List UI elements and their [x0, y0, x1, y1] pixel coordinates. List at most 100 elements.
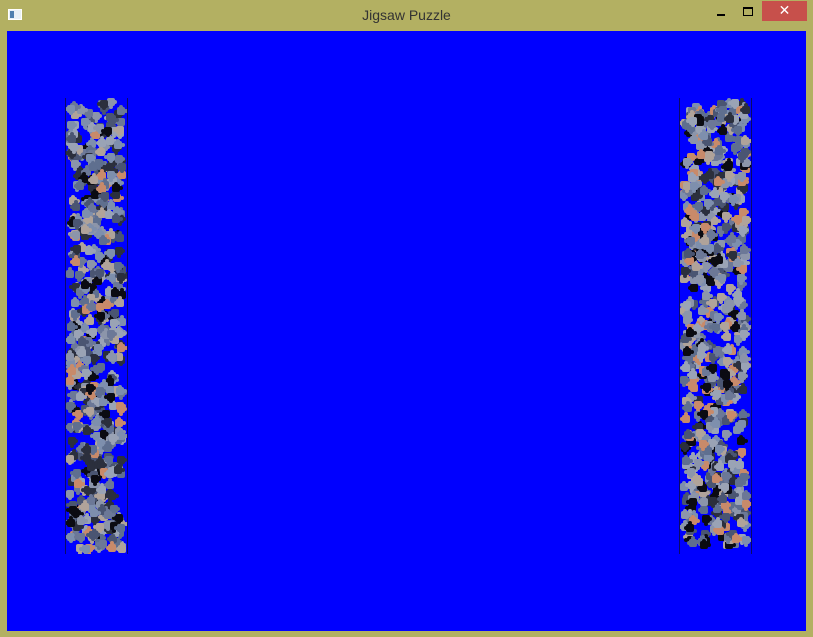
puzzle-piece[interactable]: [81, 279, 92, 289]
puzzle-piece[interactable]: [98, 486, 106, 494]
puzzle-piece[interactable]: [111, 287, 122, 297]
puzzle-piece[interactable]: [740, 330, 748, 338]
puzzle-piece[interactable]: [88, 303, 96, 311]
puzzle-piece[interactable]: [738, 152, 746, 160]
puzzle-piece[interactable]: [73, 469, 81, 477]
puzzle-piece[interactable]: [118, 545, 126, 553]
puzzle-board[interactable]: [7, 31, 806, 631]
puzzle-piece[interactable]: [709, 364, 717, 372]
puzzle-piece[interactable]: [717, 293, 725, 301]
puzzle-piece[interactable]: [721, 483, 729, 491]
puzzle-piece[interactable]: [684, 248, 695, 258]
puzzle-piece[interactable]: [107, 249, 115, 257]
puzzle-piece[interactable]: [76, 391, 87, 401]
puzzle-piece[interactable]: [734, 215, 742, 223]
puzzle-piece[interactable]: [683, 158, 691, 166]
puzzle-piece[interactable]: [696, 249, 707, 259]
puzzle-piece[interactable]: [74, 478, 85, 488]
puzzle-piece[interactable]: [682, 455, 693, 465]
puzzle-piece[interactable]: [712, 323, 720, 331]
puzzle-piece[interactable]: [706, 244, 714, 252]
puzzle-piece[interactable]: [86, 407, 94, 415]
puzzle-piece[interactable]: [700, 132, 708, 140]
puzzle-piece[interactable]: [723, 333, 731, 341]
puzzle-piece[interactable]: [117, 273, 125, 281]
puzzle-piece[interactable]: [116, 234, 124, 242]
puzzle-piece[interactable]: [690, 182, 698, 190]
puzzle-piece[interactable]: [82, 545, 90, 553]
puzzle-piece[interactable]: [700, 498, 708, 506]
puzzle-piece[interactable]: [110, 319, 118, 327]
puzzle-piece[interactable]: [682, 364, 690, 372]
puzzle-piece[interactable]: [114, 262, 122, 270]
puzzle-piece[interactable]: [107, 171, 115, 179]
puzzle-piece[interactable]: [722, 372, 730, 380]
puzzle-piece[interactable]: [109, 434, 117, 442]
puzzle-piece[interactable]: [686, 327, 697, 337]
puzzle-piece[interactable]: [67, 519, 75, 527]
puzzle-piece[interactable]: [117, 342, 127, 352]
puzzle-piece[interactable]: [683, 346, 694, 356]
puzzle-piece[interactable]: [98, 139, 106, 147]
puzzle-piece[interactable]: [100, 100, 108, 108]
puzzle-piece[interactable]: [114, 464, 125, 474]
puzzle-piece[interactable]: [726, 115, 734, 123]
puzzle-piece[interactable]: [700, 185, 711, 195]
puzzle-piece[interactable]: [741, 362, 749, 370]
puzzle-piece[interactable]: [108, 353, 116, 361]
puzzle-piece[interactable]: [116, 402, 124, 410]
puzzle-piece[interactable]: [115, 514, 123, 522]
puzzle-piece[interactable]: [99, 540, 107, 548]
title-bar[interactable]: Jigsaw Puzzle ✕: [0, 0, 813, 31]
puzzle-piece[interactable]: [703, 383, 711, 391]
puzzle-piece[interactable]: [689, 498, 697, 506]
puzzle-piece[interactable]: [722, 472, 730, 480]
puzzle-piece[interactable]: [104, 444, 112, 452]
puzzle-piece[interactable]: [81, 503, 89, 511]
puzzle-piece[interactable]: [106, 135, 117, 145]
puzzle-piece[interactable]: [723, 380, 731, 388]
puzzle-piece[interactable]: [107, 330, 115, 338]
puzzle-piece[interactable]: [68, 437, 76, 445]
puzzle-piece[interactable]: [90, 176, 98, 184]
puzzle-piece[interactable]: [696, 275, 704, 283]
left-piece-tray[interactable]: [65, 98, 128, 554]
puzzle-piece[interactable]: [86, 317, 94, 325]
puzzle-piece[interactable]: [699, 440, 707, 448]
puzzle-piece[interactable]: [108, 490, 119, 500]
puzzle-piece[interactable]: [740, 353, 751, 363]
puzzle-piece[interactable]: [684, 311, 692, 319]
puzzle-piece[interactable]: [73, 219, 81, 227]
puzzle-piece[interactable]: [697, 351, 705, 359]
puzzle-piece[interactable]: [108, 544, 116, 552]
puzzle-piece[interactable]: [96, 269, 104, 277]
puzzle-piece[interactable]: [739, 226, 747, 234]
puzzle-piece[interactable]: [712, 473, 723, 483]
puzzle-piece[interactable]: [69, 506, 77, 514]
puzzle-piece[interactable]: [728, 460, 736, 468]
puzzle-piece[interactable]: [737, 517, 748, 527]
puzzle-piece[interactable]: [738, 448, 746, 456]
puzzle-piece[interactable]: [722, 430, 730, 438]
puzzle-piece[interactable]: [739, 386, 747, 394]
puzzle-piece[interactable]: [731, 99, 739, 107]
puzzle-piece[interactable]: [688, 172, 699, 182]
puzzle-piece[interactable]: [714, 176, 725, 186]
puzzle-piece[interactable]: [87, 260, 95, 268]
puzzle-piece[interactable]: [689, 371, 697, 379]
puzzle-piece[interactable]: [107, 98, 115, 106]
puzzle-piece[interactable]: [97, 312, 105, 320]
puzzle-piece[interactable]: [732, 533, 743, 543]
puzzle-piece[interactable]: [78, 336, 89, 346]
puzzle-piece[interactable]: [687, 468, 695, 476]
puzzle-piece[interactable]: [742, 490, 751, 500]
puzzle-piece[interactable]: [715, 445, 723, 453]
puzzle-piece[interactable]: [67, 105, 75, 113]
puzzle-piece[interactable]: [682, 415, 690, 423]
puzzle-piece[interactable]: [734, 296, 742, 304]
puzzle-piece[interactable]: [104, 127, 112, 135]
puzzle-piece[interactable]: [77, 515, 88, 525]
puzzle-piece[interactable]: [106, 470, 114, 478]
puzzle-piece[interactable]: [690, 284, 698, 292]
puzzle-piece[interactable]: [697, 149, 708, 159]
